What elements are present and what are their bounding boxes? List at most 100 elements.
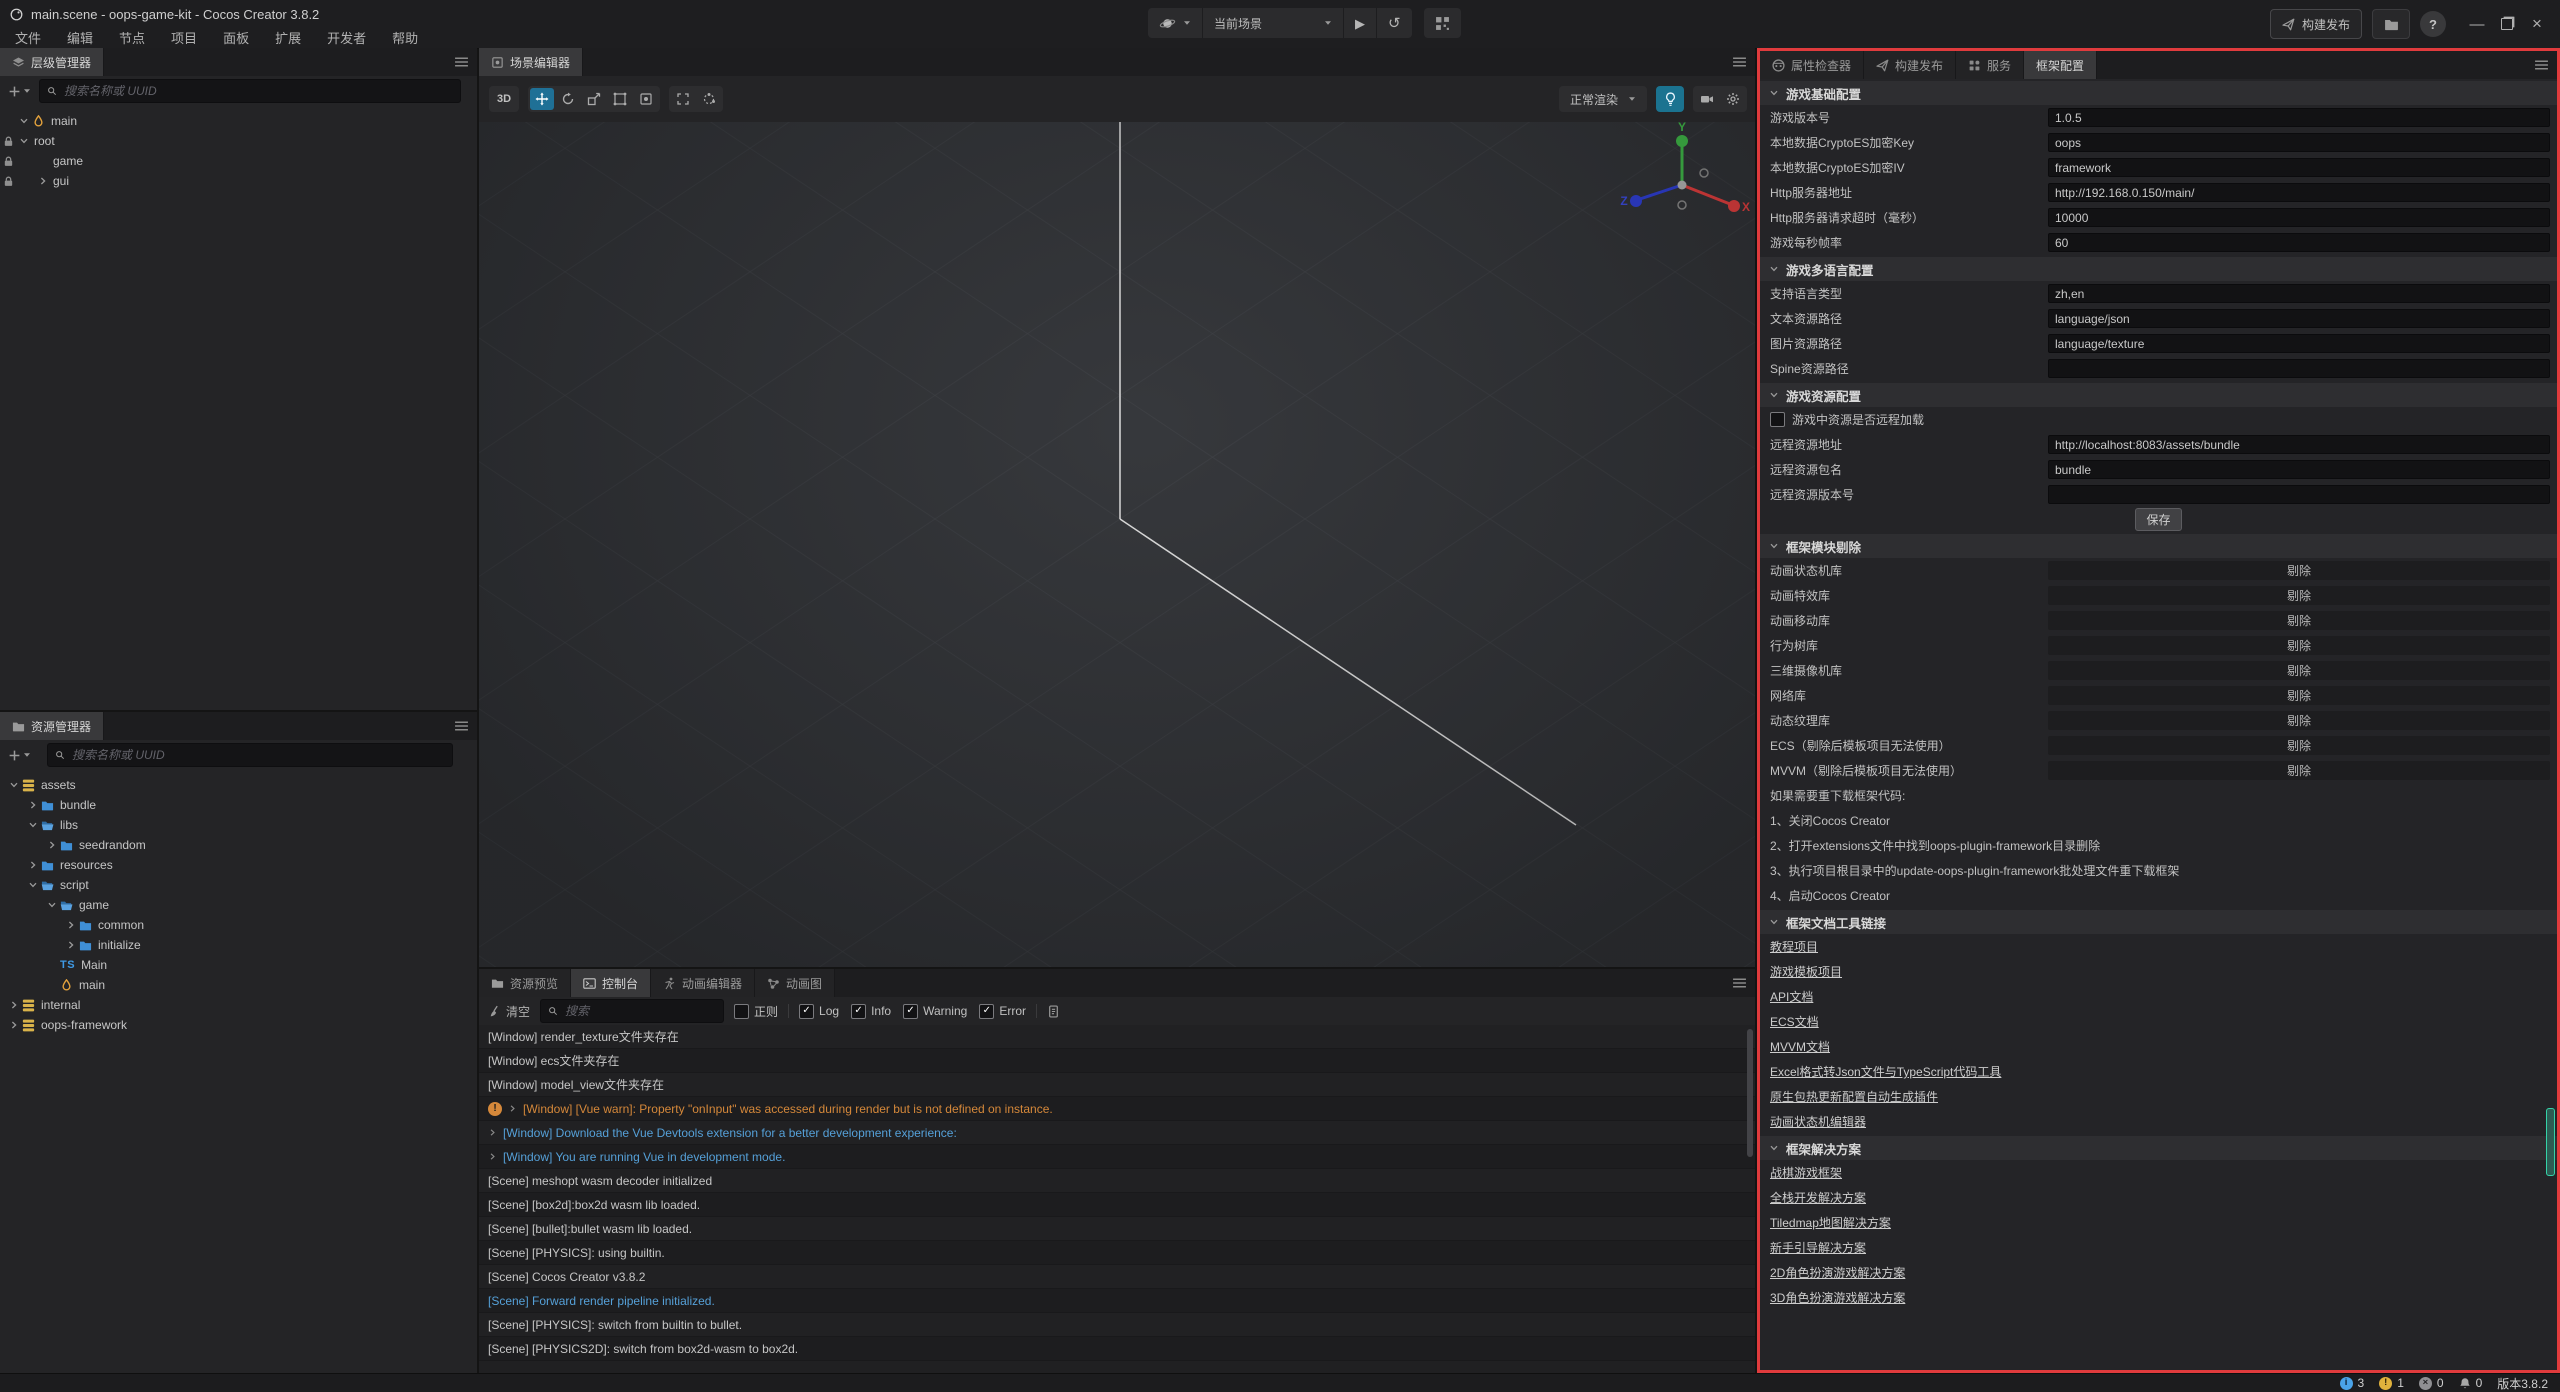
doc-link[interactable]: API文档 xyxy=(1770,988,1813,1005)
scale-tool-button[interactable] xyxy=(582,88,606,110)
section-header[interactable]: 游戏资源配置 xyxy=(1760,383,2557,407)
tab-动画编辑器[interactable]: 动画编辑器 xyxy=(651,969,755,997)
本地数据CryptoES加密Key-input[interactable] xyxy=(2048,133,2550,152)
save-button[interactable]: 保存 xyxy=(2135,508,2181,531)
tab-assets[interactable]: 资源管理器 xyxy=(0,712,104,740)
minimize-button[interactable]: — xyxy=(2462,9,2492,39)
tree-node-libs[interactable]: libs xyxy=(0,815,477,835)
help-button[interactable]: ? xyxy=(2420,11,2446,37)
uni-tool-button[interactable] xyxy=(634,88,658,110)
tree-node-game[interactable]: game xyxy=(0,151,477,171)
log-row[interactable]: [Window] You are running Vue in developm… xyxy=(479,1145,1755,1169)
doc-link[interactable]: MVVM文档 xyxy=(1770,1038,1830,1055)
doc-link[interactable]: ECS文档 xyxy=(1770,1013,1819,1030)
render-mode-select[interactable]: 正常渲染 xyxy=(1559,86,1647,112)
log-row[interactable]: [Scene] [box2d]:box2d wasm lib loaded. xyxy=(479,1193,1755,1217)
notification-count[interactable]: 0 xyxy=(2459,1376,2483,1390)
tab-服务[interactable]: 服务 xyxy=(1956,51,2024,79)
checkbox-icon[interactable] xyxy=(1770,412,1785,427)
menu-开发者[interactable]: 开发者 xyxy=(314,28,379,47)
cull-button[interactable]: 剔除 xyxy=(2048,561,2550,580)
chev-right-icon[interactable] xyxy=(9,1000,19,1010)
tree-node-resources[interactable]: resources xyxy=(0,855,477,875)
menu-帮助[interactable]: 帮助 xyxy=(379,28,431,47)
scene-settings-button[interactable] xyxy=(1721,88,1745,110)
tab-框架配置[interactable]: 框架配置 xyxy=(2024,51,2097,79)
menu-编辑[interactable]: 编辑 xyxy=(54,28,106,47)
move-tool-button[interactable] xyxy=(530,88,554,110)
log-row[interactable]: [Scene] [PHYSICS]: switch from builtin t… xyxy=(479,1313,1755,1337)
clear-console-button[interactable]: 清空 xyxy=(488,1003,530,1020)
doc-link[interactable]: 原生包热更新配置自动生成插件 xyxy=(1770,1088,1938,1105)
cull-button[interactable]: 剔除 xyxy=(2048,661,2550,680)
console-search-input[interactable] xyxy=(563,1003,716,1019)
menu-节点[interactable]: 节点 xyxy=(106,28,158,47)
assets-search-input[interactable] xyxy=(70,747,445,763)
chev-down-icon[interactable] xyxy=(28,880,38,890)
log-row[interactable]: [Window] ecs文件夹存在 xyxy=(479,1049,1755,1073)
支持语言类型-input[interactable] xyxy=(2048,284,2550,303)
filter-log-checkbox[interactable]: ✓Log xyxy=(799,1004,839,1019)
scene-select[interactable]: 当前场景 xyxy=(1203,8,1344,38)
chev-down-icon[interactable] xyxy=(19,116,29,126)
snap-vertex-button[interactable] xyxy=(697,88,721,110)
filter-warning-checkbox[interactable]: ✓Warning xyxy=(903,1004,967,1019)
inspector-menu-icon[interactable] xyxy=(2534,58,2549,72)
create-node-button[interactable] xyxy=(8,85,31,98)
doc-link[interactable]: 教程项目 xyxy=(1770,938,1818,955)
log-row[interactable]: [Scene] [bullet]:bullet wasm lib loaded. xyxy=(479,1217,1755,1241)
section-header[interactable]: 游戏多语言配置 xyxy=(1760,257,2557,281)
tree-node-gui[interactable]: gui xyxy=(0,171,477,191)
warning-count[interactable]: ! 1 xyxy=(2379,1376,2404,1390)
filter-info-checkbox[interactable]: ✓Info xyxy=(851,1004,891,1019)
reload-button[interactable]: ↺ xyxy=(1377,8,1412,38)
cull-button[interactable]: 剔除 xyxy=(2048,761,2550,780)
cull-button[interactable]: 剔除 xyxy=(2048,586,2550,605)
cull-button[interactable]: 剔除 xyxy=(2048,736,2550,755)
lock-icon[interactable] xyxy=(2,155,15,168)
console-search[interactable] xyxy=(540,999,724,1023)
lock-icon[interactable] xyxy=(2,135,15,148)
doc-link[interactable]: 全栈开发解决方案 xyxy=(1770,1189,1866,1206)
hierarchy-search[interactable] xyxy=(39,79,461,103)
create-asset-button[interactable] xyxy=(8,749,31,762)
远程资源包名-input[interactable] xyxy=(2048,460,2550,479)
hierarchy-menu-icon[interactable] xyxy=(454,55,469,69)
Http服务器地址-input[interactable] xyxy=(2048,183,2550,202)
tree-node-game[interactable]: game xyxy=(0,895,477,915)
tree-node-oops-framework[interactable]: oops-framework xyxy=(0,1015,477,1035)
tree-node-root[interactable]: root xyxy=(0,131,477,151)
doc-link[interactable]: Tiledmap地图解决方案 xyxy=(1770,1214,1891,1231)
chev-right-icon[interactable] xyxy=(66,920,76,930)
console-menu-icon[interactable] xyxy=(1732,976,1747,990)
tree-node-seedrandom[interactable]: seedrandom xyxy=(0,835,477,855)
Http服务器请求超时（毫秒）-input[interactable] xyxy=(2048,208,2550,227)
tab-控制台[interactable]: 控制台 xyxy=(571,969,651,997)
menu-文件[interactable]: 文件 xyxy=(2,28,54,47)
close-button[interactable]: × xyxy=(2522,9,2552,39)
info-count[interactable]: i 3 xyxy=(2340,1376,2365,1390)
assets-menu-icon[interactable] xyxy=(454,719,469,733)
doc-link[interactable]: 战棋游戏框架 xyxy=(1770,1164,1842,1181)
tree-node-Main[interactable]: TSMain xyxy=(0,955,477,975)
tree-node-common[interactable]: common xyxy=(0,915,477,935)
远程资源地址-input[interactable] xyxy=(2048,435,2550,454)
log-row[interactable]: [Window] Download the Vue Devtools exten… xyxy=(479,1121,1755,1145)
doc-link[interactable]: 动画状态机编辑器 xyxy=(1770,1113,1866,1130)
doc-link[interactable]: 3D角色扮演游戏解决方案 xyxy=(1770,1289,1905,1306)
log-row[interactable]: [Scene] meshopt wasm decoder initialized xyxy=(479,1169,1755,1193)
section-header[interactable]: 框架模块剔除 xyxy=(1760,534,2557,558)
log-row[interactable]: [Window] render_texture文件夹存在 xyxy=(479,1025,1755,1049)
menu-面板[interactable]: 面板 xyxy=(210,28,262,47)
log-detail-icon[interactable] xyxy=(1047,1005,1060,1018)
远程资源版本号-input[interactable] xyxy=(2048,485,2550,504)
build-publish-button[interactable]: 构建发布 xyxy=(2270,9,2362,39)
tree-node-script[interactable]: script xyxy=(0,875,477,895)
chev-right-icon[interactable] xyxy=(38,176,48,186)
chev-down-icon[interactable] xyxy=(9,780,19,790)
preview-platform-button[interactable] xyxy=(1148,8,1203,38)
section-header[interactable]: 游戏基础配置 xyxy=(1760,81,2557,105)
doc-link[interactable]: 新手引导解决方案 xyxy=(1770,1239,1866,1256)
cull-button[interactable]: 剔除 xyxy=(2048,711,2550,730)
tab-构建发布[interactable]: 构建发布 xyxy=(1864,51,1956,79)
